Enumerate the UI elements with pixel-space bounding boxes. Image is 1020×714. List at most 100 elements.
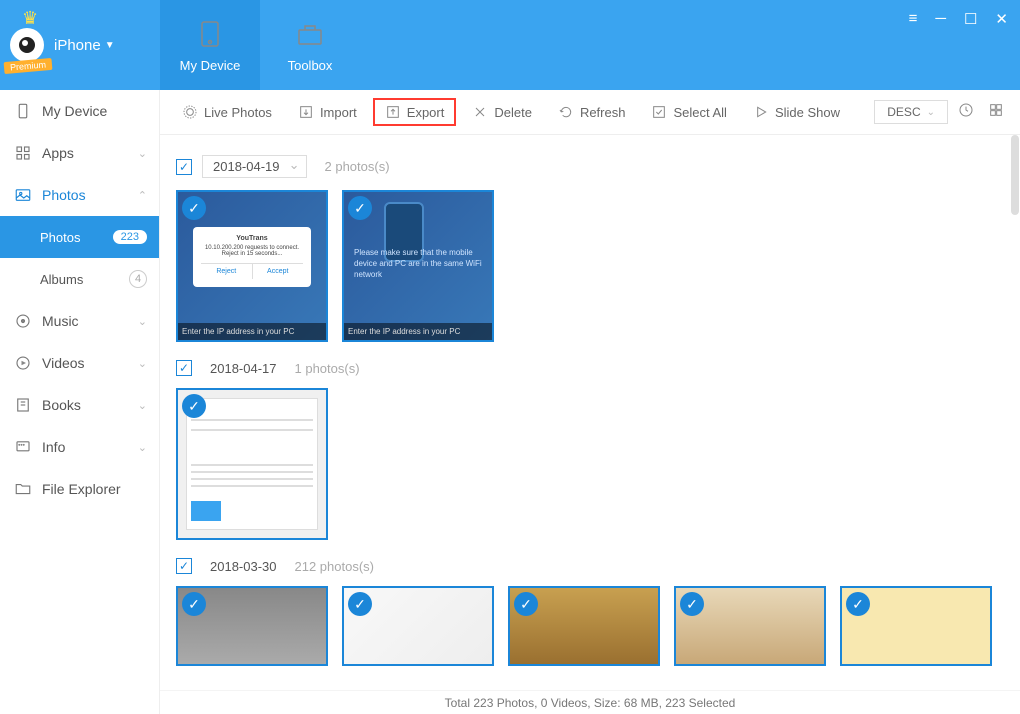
photo-thumbnail[interactable]: ✓ [176,388,328,540]
chevron-down-icon: ⌄ [138,399,147,412]
content-area: ✓ 2018-04-19 2 photos(s) YouTrans 10.10.… [160,135,1020,690]
time-view-icon[interactable] [954,98,978,127]
premium-badge: Premium [4,58,53,74]
photo-count: 212 photos(s) [295,559,375,574]
check-icon[interactable]: ✓ [846,592,870,616]
chevron-down-icon: ⌄ [138,441,147,454]
crown-icon: ♛ [22,8,38,29]
select-all-button[interactable]: Select All [641,98,736,126]
sidebar-label: File Explorer [42,481,121,497]
thumb-preview: YouTrans 10.10.200.200 requests to conne… [193,227,311,287]
check-icon[interactable]: ✓ [182,592,206,616]
button-label: Export [407,105,445,120]
date-dropdown[interactable]: 2018-04-19 [202,155,307,178]
date-group-header: ✓ 2018-03-30 212 photos(s) [176,558,1004,574]
sidebar-item-my-device[interactable]: My Device [0,90,159,132]
button-label: Select All [673,105,726,120]
brand-area[interactable]: ♛ Premium iPhone ▼ [0,0,160,90]
button-label: Slide Show [775,105,840,120]
sidebar-sub-albums[interactable]: Albums 4 [0,258,159,300]
sidebar-item-photos[interactable]: Photos ⌃ [0,174,159,216]
main-body: My Device Apps ⌄ Photos ⌃ Photos 223 Alb… [0,90,1020,714]
device-name: iPhone [54,37,101,54]
chevron-down-icon[interactable]: ▼ [105,40,115,51]
check-icon[interactable]: ✓ [514,592,538,616]
nav-tabs: My Device Toolbox [160,0,360,90]
close-icon[interactable]: ✕ [995,10,1008,28]
sidebar-label: Apps [42,145,74,161]
sidebar-item-apps[interactable]: Apps ⌄ [0,132,159,174]
chevron-up-icon: ⌃ [138,189,147,202]
date-group-header: ✓ 2018-04-19 2 photos(s) [176,155,1004,178]
sidebar-label: Albums [40,272,83,287]
live-photos-button[interactable]: Live Photos [172,98,282,126]
sidebar-label: Music [42,313,79,329]
chevron-down-icon: ⌄ [138,315,147,328]
photo-thumbnail[interactable]: ✓ [342,586,494,666]
check-icon[interactable]: ✓ [680,592,704,616]
scrollbar-thumb[interactable] [1011,135,1019,215]
sidebar-item-music[interactable]: Music ⌄ [0,300,159,342]
group-checkbox[interactable]: ✓ [176,360,192,376]
button-label: Delete [494,105,532,120]
photo-thumbnail[interactable]: ✓ [508,586,660,666]
check-icon[interactable]: ✓ [348,196,372,220]
sort-button[interactable]: DESC ⌄ [874,100,948,124]
sidebar-label: My Device [42,103,107,119]
window-controls: ≡ ─ ☐ ✕ [909,10,1008,28]
toolbar: Live Photos Import Export Delete Refresh… [160,90,1020,135]
import-button[interactable]: Import [288,98,367,126]
photo-thumbnail[interactable]: ✓ [176,586,328,666]
date-label: 2018-03-30 [210,559,277,574]
sidebar-sub-photos[interactable]: Photos 223 [0,216,159,258]
sidebar-label: Photos [40,230,80,245]
photo-thumbnail[interactable]: Please make sure that the mobile device … [342,190,494,342]
button-label: Refresh [580,105,626,120]
button-label: Live Photos [204,105,272,120]
export-button[interactable]: Export [373,98,457,126]
grid-view-icon[interactable] [984,98,1008,127]
thumbnail-row: ✓ [176,388,1004,540]
menu-icon[interactable]: ≡ [909,10,918,28]
photo-thumbnail[interactable]: ✓ [840,586,992,666]
button-label: Import [320,105,357,120]
check-icon[interactable]: ✓ [348,592,372,616]
sidebar-item-books[interactable]: Books ⌄ [0,384,159,426]
sidebar-label: Photos [42,187,86,203]
delete-button[interactable]: Delete [462,98,542,126]
sidebar-label: Books [42,397,81,413]
minimize-icon[interactable]: ─ [935,10,946,28]
chevron-down-icon: ⌄ [927,107,935,118]
photo-thumbnail[interactable]: YouTrans 10.10.200.200 requests to conne… [176,190,328,342]
check-icon[interactable]: ✓ [182,394,206,418]
chevron-down-icon: ⌄ [138,147,147,160]
photo-thumbnail[interactable]: ✓ [674,586,826,666]
sidebar-label: Videos [42,355,85,371]
tab-label: Toolbox [288,58,333,73]
tab-my-device[interactable]: My Device [160,0,260,90]
app-logo-icon [10,28,44,62]
photo-count: 1 photos(s) [295,361,360,376]
group-checkbox[interactable]: ✓ [176,159,192,175]
maximize-icon[interactable]: ☐ [964,10,977,28]
slide-show-button[interactable]: Slide Show [743,98,850,126]
count-badge: 4 [129,270,147,288]
photo-count: 2 photos(s) [325,159,390,174]
scrollbar[interactable] [1010,135,1020,690]
status-bar: Total 223 Photos, 0 Videos, Size: 68 MB,… [160,690,1020,714]
tab-toolbox[interactable]: Toolbox [260,0,360,90]
sidebar-item-info[interactable]: Info ⌄ [0,426,159,468]
sidebar-item-videos[interactable]: Videos ⌄ [0,342,159,384]
tab-label: My Device [180,58,241,73]
refresh-button[interactable]: Refresh [548,98,636,126]
sidebar-item-file-explorer[interactable]: File Explorer [0,468,159,510]
sort-label: DESC [887,105,920,119]
group-checkbox[interactable]: ✓ [176,558,192,574]
date-label: 2018-04-17 [210,361,277,376]
date-group-header: ✓ 2018-04-17 1 photos(s) [176,360,1004,376]
status-text: Total 223 Photos, 0 Videos, Size: 68 MB,… [445,696,736,710]
count-badge: 223 [113,230,147,244]
thumbnail-row: ✓ ✓ ✓ ✓ ✓ [176,586,1004,666]
check-icon[interactable]: ✓ [182,196,206,220]
sidebar-label: Info [42,439,65,455]
